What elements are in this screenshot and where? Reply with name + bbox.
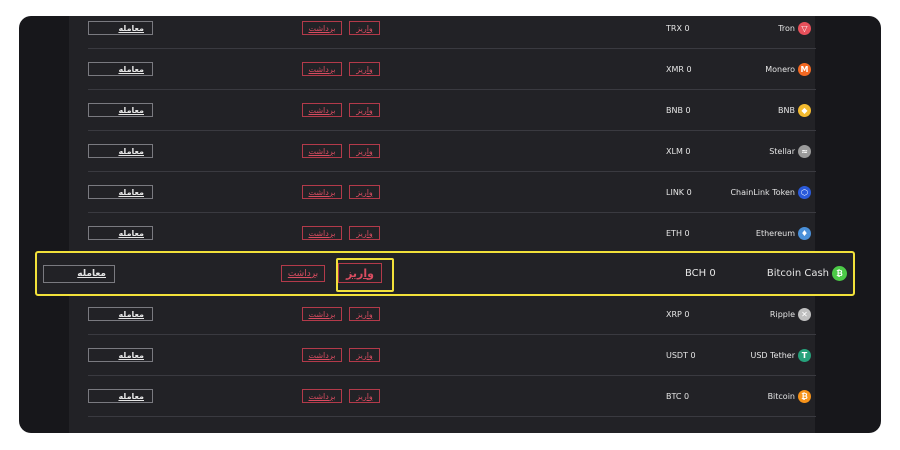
coin-name-cell: ChainLink Token ⬡ [730,172,811,212]
coin-name-cell: Monero M [765,49,811,89]
wallet-row: Ripple ✕ XRP 0 واریز برداشت معامله [88,294,816,335]
withdraw-button[interactable]: برداشت [302,62,342,76]
bnb-icon: ◆ [798,103,811,117]
balance: BNB 0 [666,105,691,115]
coin-name-cell: Ethereum ♦ [756,213,811,253]
wallet-row: BNB ◆ BNB 0 واریز برداشت معامله [88,90,816,131]
deposit-button[interactable]: واریز [349,62,380,76]
coin-name-cell: Bitcoin Cash ₿ [767,253,847,294]
coin-name-cell: BNB ◆ [778,90,811,130]
deposit-button[interactable]: واریز [349,348,380,362]
deposit-button[interactable]: واریز [338,263,382,283]
coin-name: Bitcoin Cash [766,268,829,279]
tether-icon: T [798,348,811,362]
coin-name-cell: Tron ▽ [778,8,811,48]
deposit-button[interactable]: واریز [349,185,380,199]
balance: LINK 0 [666,187,692,197]
wallet-row: Monero M XMR 0 واریز برداشت معامله [88,49,816,90]
wallet-row: Stellar ≈ XLM 0 واریز برداشت معامله [88,131,816,172]
wallet-row: USD Tether T USDT 0 واریز برداشت معامله [88,335,816,376]
trade-button[interactable]: معامله [88,21,153,35]
ripple-icon: ✕ [798,307,811,321]
wallet-row: Bitcoin ₿ BTC 0 واریز برداشت معامله [88,376,816,417]
coin-name-cell: Ripple ✕ [770,294,811,334]
trade-button[interactable]: معامله [88,62,153,76]
balance: USDT 0 [666,350,696,360]
withdraw-button[interactable]: برداشت [302,144,342,158]
monero-icon: M [798,62,811,76]
coin-name: BNB [778,105,795,115]
trade-button[interactable]: معامله [88,307,153,321]
trade-button[interactable]: معامله [88,348,153,362]
ethereum-icon: ♦ [798,226,811,240]
bitcoin-cash-icon: ₿ [832,266,847,281]
stellar-icon: ≈ [798,144,811,158]
wallet-row: Bitcoin Cash ₿ BCH 0 واریز برداشت معامله [42,253,847,294]
bitcoin-icon: ₿ [798,389,811,403]
coin-name: Bitcoin [767,391,795,401]
coin-name: Ripple [769,309,795,319]
tron-icon: ▽ [798,21,811,35]
coin-name: Stellar [769,146,795,156]
withdraw-button[interactable]: برداشت [302,103,342,117]
coin-name: Ethereum [755,228,795,238]
coin-name: USD Tether [750,350,795,360]
balance: XLM 0 [666,146,691,156]
balance: BTC 0 [666,391,690,401]
wallet-row: Ethereum ♦ ETH 0 واریز برداشت معامله [88,213,816,254]
coin-name: Tron [778,23,795,33]
coin-name-cell: USD Tether T [750,335,811,375]
balance: ETH 0 [666,228,690,238]
trade-button[interactable]: معامله [88,185,153,199]
balance: XMR 0 [666,64,692,74]
trade-button[interactable]: معامله [88,144,153,158]
deposit-button[interactable]: واریز [349,226,380,240]
coin-name: Monero [765,64,795,74]
coin-name-cell: Stellar ≈ [769,131,811,171]
wallet-row: Tron ▽ TRX 0 واریز برداشت معامله [88,8,816,49]
trade-button[interactable]: معامله [88,103,153,117]
balance: XRP 0 [666,309,690,319]
withdraw-button[interactable]: برداشت [281,265,325,282]
withdraw-button[interactable]: برداشت [302,21,342,35]
deposit-button[interactable]: واریز [349,144,380,158]
deposit-button[interactable]: واریز [349,103,380,117]
withdraw-button[interactable]: برداشت [302,307,342,321]
deposit-button[interactable]: واریز [349,389,380,403]
trade-button[interactable]: معامله [88,389,153,403]
withdraw-button[interactable]: برداشت [302,226,342,240]
withdraw-button[interactable]: برداشت [302,185,342,199]
wallet-row: ChainLink Token ⬡ LINK 0 واریز برداشت معامله [88,172,816,213]
deposit-button[interactable]: واریز [349,21,380,35]
coin-name: ChainLink Token [730,187,795,197]
balance: TRX 0 [666,23,690,33]
deposit-button[interactable]: واریز [349,307,380,321]
trade-button[interactable]: معامله [43,265,115,283]
coin-name-cell: Bitcoin ₿ [768,376,811,416]
withdraw-button[interactable]: برداشت [302,348,342,362]
chainlink-icon: ⬡ [798,185,811,199]
balance: BCH 0 [685,268,716,279]
withdraw-button[interactable]: برداشت [302,389,342,403]
trade-button[interactable]: معامله [88,226,153,240]
